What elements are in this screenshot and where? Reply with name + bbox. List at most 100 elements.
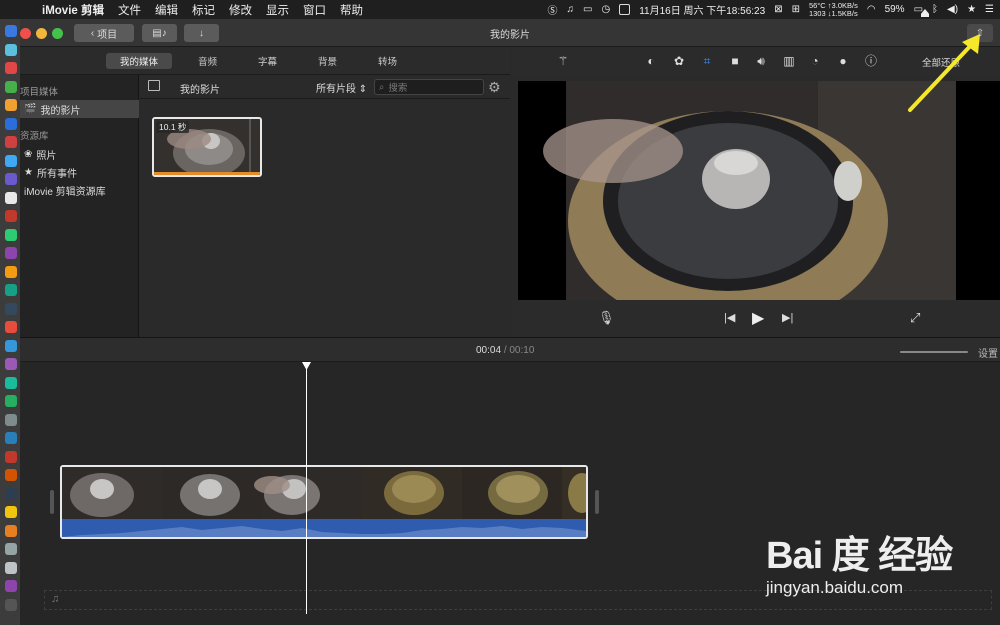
sidebar-item-photos[interactable]: ❀ 照片 bbox=[24, 147, 56, 162]
tab-audio[interactable]: 音频 bbox=[184, 53, 231, 69]
dock-app-icon[interactable] bbox=[5, 154, 17, 167]
dock-app-icon[interactable] bbox=[5, 25, 17, 37]
volume-icon[interactable]: 🔊︎ bbox=[754, 54, 768, 68]
music-icon[interactable]: ♫ bbox=[567, 4, 575, 15]
timeline-settings-button[interactable]: 设置 bbox=[978, 345, 998, 360]
dock-app-icon[interactable] bbox=[5, 543, 17, 555]
dock-app-icon[interactable] bbox=[5, 99, 17, 111]
window-icon[interactable] bbox=[619, 4, 631, 15]
dock-app-icon[interactable] bbox=[5, 598, 17, 611]
crop-icon[interactable]: ⌗ bbox=[700, 54, 714, 68]
dock-app-icon[interactable] bbox=[5, 302, 17, 315]
media-library-button[interactable]: ▤♪ bbox=[142, 24, 177, 42]
dock-app-icon[interactable] bbox=[5, 376, 17, 389]
microphone-icon[interactable]: 🎙︎ bbox=[598, 310, 615, 326]
menu-view[interactable]: 显示 bbox=[266, 2, 289, 18]
minimize-window-button[interactable] bbox=[36, 28, 47, 39]
dock-app-icon[interactable] bbox=[5, 358, 17, 370]
clip-thumbnail[interactable]: 10.1 秒 bbox=[152, 117, 262, 177]
dock-app-icon[interactable] bbox=[5, 210, 17, 222]
dock-app-icon[interactable] bbox=[5, 321, 17, 333]
net-speed[interactable]: 56°C ↑3.0KB/s 1303 ↓1.5KB/s bbox=[809, 1, 858, 18]
list-icon[interactable]: ☰ bbox=[985, 4, 994, 15]
timeline-right-handle[interactable] bbox=[595, 490, 599, 514]
menu-edit[interactable]: 编辑 bbox=[155, 2, 178, 18]
timeline-clip[interactable] bbox=[60, 465, 588, 539]
timeline-left-handle[interactable] bbox=[50, 490, 54, 514]
playhead[interactable] bbox=[306, 364, 307, 614]
status-s-icon[interactable]: Ⓢ bbox=[548, 2, 558, 17]
fullscreen-icon[interactable]: ⤢ bbox=[910, 310, 920, 326]
stabilization-icon[interactable]: ■ bbox=[728, 54, 742, 68]
clock-icon[interactable]: ◷ bbox=[601, 4, 610, 15]
dock-app-icon[interactable] bbox=[5, 284, 17, 296]
dock-app-icon[interactable] bbox=[5, 339, 17, 352]
skip-back-icon[interactable]: |◀ bbox=[724, 311, 735, 324]
filter-icon[interactable]: ● bbox=[836, 54, 850, 68]
speed-icon[interactable]: ◔ bbox=[808, 54, 822, 68]
menu-help[interactable]: 帮助 bbox=[340, 2, 363, 18]
timeline-header: 00:04 / 00:10 设置 bbox=[20, 337, 1000, 362]
dock-app-icon[interactable] bbox=[5, 173, 17, 185]
menu-mark[interactable]: 标记 bbox=[192, 2, 215, 18]
color-balance-icon[interactable]: ◐ bbox=[644, 54, 658, 68]
dock-app-icon[interactable] bbox=[5, 136, 17, 148]
battery-text[interactable]: 59% bbox=[885, 4, 905, 15]
dock-app-icon[interactable] bbox=[5, 228, 17, 241]
dock-app-icon[interactable] bbox=[5, 450, 17, 463]
dock-app-icon[interactable] bbox=[5, 247, 17, 259]
dock-app-icon[interactable] bbox=[5, 191, 17, 204]
info-icon[interactable]: ⓘ bbox=[864, 54, 878, 68]
audio-waveform[interactable] bbox=[62, 519, 586, 537]
zoom-slider-track[interactable] bbox=[900, 351, 968, 353]
dock-app-icon[interactable] bbox=[5, 487, 17, 500]
menu-app-name[interactable]: iMovie 剪辑 bbox=[42, 2, 104, 18]
controls-icon[interactable]: ⊞ bbox=[792, 4, 800, 15]
dock-app-icon[interactable] bbox=[5, 395, 17, 407]
dock-app-icon[interactable] bbox=[5, 62, 17, 74]
dock-app-icon[interactable] bbox=[5, 506, 17, 518]
zoom-window-button[interactable] bbox=[52, 28, 63, 39]
dock-app-icon[interactable] bbox=[5, 469, 17, 481]
skip-forward-icon[interactable]: ▶| bbox=[782, 311, 793, 324]
close-square-icon[interactable]: ⊠ bbox=[774, 4, 782, 15]
annotation-arrow-icon bbox=[908, 34, 980, 112]
wifi-icon[interactable]: ◠ bbox=[867, 4, 876, 15]
magic-wand-icon[interactable]: ⚚ bbox=[556, 54, 570, 68]
back-to-projects-button[interactable]: ‹ 项目 bbox=[74, 24, 134, 42]
dock-app-icon[interactable] bbox=[5, 561, 17, 574]
color-palette-icon[interactable]: ✿ bbox=[672, 54, 686, 68]
display-icon[interactable]: ▭ bbox=[583, 4, 592, 15]
menu-file[interactable]: 文件 bbox=[118, 2, 141, 18]
dock-app-icon[interactable] bbox=[5, 117, 17, 130]
sidebar-item-my-movie[interactable]: 🎬 我的影片 bbox=[20, 100, 139, 118]
import-button[interactable]: ↓ bbox=[184, 24, 219, 42]
datetime-text[interactable]: 11月16日 周六 下午18:56:23 bbox=[639, 2, 765, 17]
sidebar-item-library[interactable]: iMovie 剪辑资源库 bbox=[24, 183, 106, 198]
play-icon[interactable]: ▶ bbox=[752, 308, 764, 328]
dock-app-icon[interactable] bbox=[5, 43, 17, 56]
sidebar-toggle-icon[interactable] bbox=[148, 80, 160, 91]
dock-app-icon[interactable] bbox=[5, 413, 17, 426]
dock-app-icon[interactable] bbox=[5, 432, 17, 444]
clip-filter-select[interactable]: 所有片段 ⇕ bbox=[316, 80, 367, 95]
close-window-button[interactable] bbox=[20, 28, 31, 39]
volume-icon[interactable]: ◀) bbox=[947, 4, 958, 15]
tab-my-media[interactable]: 我的媒体 bbox=[106, 53, 173, 69]
menu-window[interactable]: 窗口 bbox=[303, 2, 326, 18]
menu-modify[interactable]: 修改 bbox=[229, 2, 252, 18]
tab-backgrounds[interactable]: 背景 bbox=[304, 53, 351, 69]
equalizer-icon[interactable]: ▥ bbox=[782, 54, 796, 68]
star-icon[interactable]: ★ bbox=[967, 4, 976, 15]
sidebar-item-all-events[interactable]: ★ 所有事件 bbox=[24, 165, 77, 180]
dock-app-icon[interactable] bbox=[5, 80, 17, 93]
search-input[interactable]: ⌕ 搜索 bbox=[374, 79, 484, 95]
dock-app-icon[interactable] bbox=[5, 580, 17, 592]
bluetooth-icon[interactable]: ᛒ bbox=[932, 4, 938, 15]
dock-app-icon[interactable] bbox=[5, 524, 17, 537]
tab-titles[interactable]: 字幕 bbox=[244, 53, 291, 69]
dock-app-icon[interactable] bbox=[5, 265, 17, 278]
gear-icon[interactable]: ⚙ bbox=[488, 79, 501, 96]
timecode: 00:04 / 00:10 bbox=[476, 345, 534, 356]
tab-transitions[interactable]: 转场 bbox=[364, 53, 411, 69]
